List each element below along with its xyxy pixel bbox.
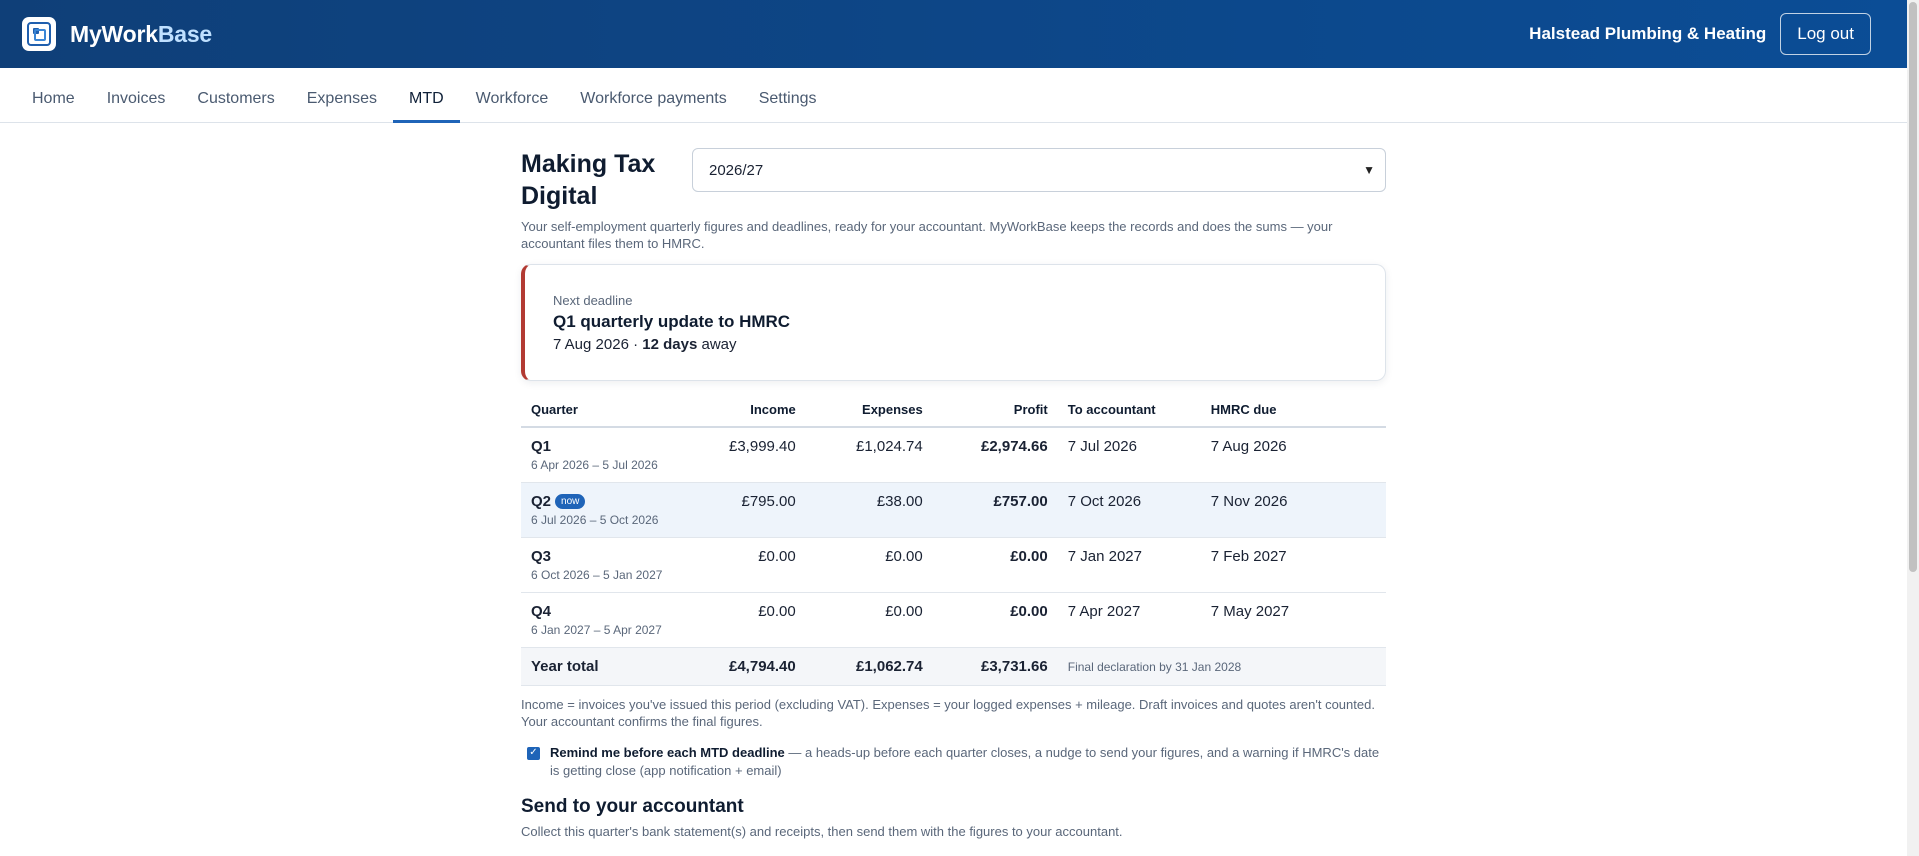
top-bar: MyWorkBase Halstead Plumbing & Heating L… <box>0 0 1907 68</box>
quarter-hmrc-due: 7 Feb 2027 <box>1200 537 1386 593</box>
total-expenses: £1,062.74 <box>805 647 933 686</box>
reminder-text: Remind me before each MTD deadline — a h… <box>550 744 1386 780</box>
quarter-range: 6 Jul 2026 – 5 Oct 2026 <box>531 512 659 527</box>
reminder-option: ✓ Remind me before each MTD deadline — a… <box>521 744 1386 780</box>
quarter-to-accountant: 7 Oct 2026 <box>1057 482 1201 538</box>
quarter-income: £3,999.40 <box>719 427 806 483</box>
total-profit: £3,731.66 <box>932 647 1058 686</box>
year-total-row: Year total £4,794.40 £1,062.74 £3,731.66… <box>521 647 1386 686</box>
col-hmrc-due: HMRC due <box>1200 401 1386 428</box>
business-name: Halstead Plumbing & Heating <box>1529 24 1767 43</box>
quarter-profit: £0.00 <box>932 537 1058 593</box>
send-section-description: Collect this quarter's bank statement(s)… <box>521 823 1123 839</box>
page-scrollbar[interactable] <box>1907 0 1919 856</box>
quarter-expenses: £1,024.74 <box>805 427 933 483</box>
table-row: Q4 6 Jan 2027 – 5 Apr 2027 £0.00 £0.00 £0… <box>521 592 1386 648</box>
quarter-income: £0.00 <box>719 592 806 648</box>
total-income: £4,794.40 <box>719 647 806 686</box>
table-row: Q1 6 Apr 2026 – 5 Jul 2026 £3,999.40 £1,0… <box>521 427 1386 483</box>
total-label: Year total <box>521 647 719 686</box>
quarter-name: Q4 <box>531 602 552 620</box>
quarter-profit: £2,974.66 <box>932 427 1058 483</box>
col-profit: Profit <box>932 401 1058 428</box>
quarter-income: £0.00 <box>719 537 806 593</box>
page-intro: Your self-employment quarterly figures a… <box>521 219 1333 251</box>
quarter-profit: £0.00 <box>932 592 1058 648</box>
nav-item-invoices[interactable]: Invoices <box>91 90 182 122</box>
nav-item-workforce-payments[interactable]: Workforce payments <box>564 90 742 122</box>
table-row: Q2 now 6 Jul 2026 – 5 Oct 2026 £795.00 £38… <box>521 482 1386 538</box>
quarter-name: Q3 <box>531 547 552 565</box>
table-row: Q3 6 Oct 2026 – 5 Jan 2027 £0.00 £0.00 £0… <box>521 537 1386 593</box>
col-quarter: Quarter <box>521 401 719 428</box>
quarter-expenses: £0.00 <box>805 537 933 593</box>
quarter-hmrc-due: 7 Nov 2026 <box>1200 482 1386 538</box>
quarter-name: Q1 <box>531 438 552 455</box>
col-income: Income <box>719 401 806 428</box>
quarter-income: £795.00 <box>719 482 806 538</box>
quarter-expenses: £38.00 <box>805 482 933 538</box>
nav-item-customers[interactable]: Customers <box>181 90 290 122</box>
mtd-main: Making Tax Digital 2026/27 ▼ Your self-e… <box>521 148 1386 839</box>
quarters-table: Quarter Income Expenses Profit To accoun… <box>521 401 1386 686</box>
quarter-profit: £757.00 <box>932 482 1058 538</box>
col-to-accountant: To accountant <box>1057 401 1201 428</box>
page-title: Making Tax Digital <box>521 150 656 210</box>
tax-year-select[interactable]: 2026/27 ▼ <box>692 148 1386 192</box>
quarter-range: 6 Jan 2027 – 5 Apr 2027 <box>531 622 662 637</box>
deadline-label: Next deadline <box>553 293 633 308</box>
final-declaration-note: Final declaration by 31 Jan 2028 <box>1067 659 1242 674</box>
reminder-label[interactable]: Remind me before each MTD deadline <box>550 745 785 760</box>
tax-year-value: 2026/27 <box>709 161 764 179</box>
col-expenses: Expenses <box>805 401 933 428</box>
chevron-down-icon: ▼ <box>1363 163 1375 177</box>
next-deadline-card: Next deadline Q1 quarterly update to HMR… <box>521 264 1386 381</box>
nav-item-expenses[interactable]: Expenses <box>291 90 393 122</box>
quarter-to-accountant: 7 Jan 2027 <box>1057 537 1201 593</box>
deadline-when: 7 Aug 2026 · 12 days away <box>553 336 737 353</box>
send-section-title: Send to your accountant <box>521 795 744 817</box>
logout-button[interactable]: Log out <box>1780 13 1871 55</box>
brand[interactable]: MyWorkBase <box>22 17 212 51</box>
scrollbar-thumb[interactable] <box>1909 2 1917 572</box>
app-logo-icon <box>22 17 56 51</box>
deadline-days: 12 days <box>642 336 698 353</box>
brand-name: MyWorkBase <box>70 20 213 47</box>
current-quarter-badge: now <box>555 493 586 509</box>
quarter-range: 6 Oct 2026 – 5 Jan 2027 <box>531 567 663 582</box>
quarter-hmrc-due: 7 Aug 2026 <box>1200 427 1386 483</box>
nav-item-mtd[interactable]: MTD <box>393 90 460 123</box>
deadline-title: Q1 quarterly update to HMRC <box>553 312 791 331</box>
quarter-to-accountant: 7 Apr 2027 <box>1057 592 1201 648</box>
nav-item-workforce[interactable]: Workforce <box>460 90 565 122</box>
quarter-hmrc-due: 7 May 2027 <box>1200 592 1386 648</box>
quarter-name: Q2 now <box>531 493 709 510</box>
main-nav: Home Invoices Customers Expenses MTD Wor… <box>0 68 1907 123</box>
nav-item-home[interactable]: Home <box>16 90 91 122</box>
reminder-checkbox[interactable]: ✓ <box>527 746 540 760</box>
quarter-to-accountant: 7 Jul 2026 <box>1057 427 1201 483</box>
nav-item-settings[interactable]: Settings <box>743 90 833 122</box>
quarter-expenses: £0.00 <box>805 592 933 648</box>
quarter-range: 6 Apr 2026 – 5 Jul 2026 <box>531 458 658 472</box>
figures-footnote: Income = invoices you've issued this per… <box>521 696 1375 729</box>
